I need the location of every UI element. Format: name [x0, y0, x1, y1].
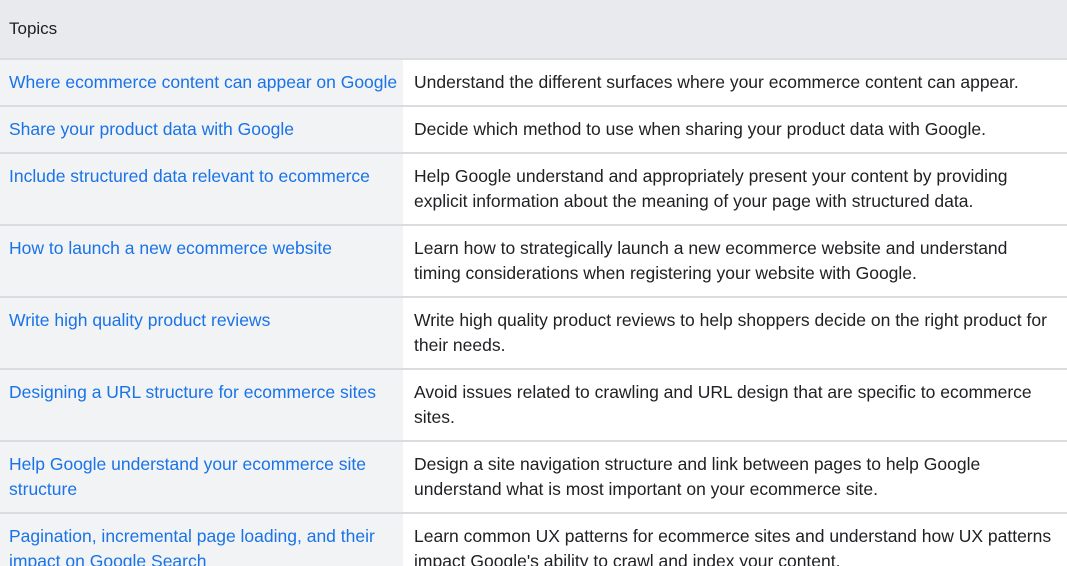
topic-cell: Write high quality product reviews	[0, 297, 403, 370]
description-cell: Avoid issues related to crawling and URL…	[403, 369, 1067, 442]
topic-cell: Help Google understand your ecommerce si…	[0, 441, 403, 514]
topic-cell: Share your product data with Google	[0, 106, 403, 154]
table-row: How to launch a new ecommerce website Le…	[0, 225, 1067, 298]
description-cell: Learn how to strategically launch a new …	[403, 225, 1067, 298]
table-row: Help Google understand your ecommerce si…	[0, 441, 1067, 514]
table-row: Designing a URL structure for ecommerce …	[0, 369, 1067, 442]
topics-table: Topics Where ecommerce content can appea…	[0, 0, 1067, 566]
topic-link[interactable]: Share your product data with Google	[9, 119, 294, 139]
table-row: Write high quality product reviews Write…	[0, 297, 1067, 370]
description-cell: Design a site navigation structure and l…	[403, 441, 1067, 514]
table-row: Include structured data relevant to ecom…	[0, 153, 1067, 226]
table-row: Where ecommerce content can appear on Go…	[0, 59, 1067, 107]
table-row: Pagination, incremental page loading, an…	[0, 513, 1067, 566]
topic-link[interactable]: Include structured data relevant to ecom…	[9, 166, 370, 186]
topic-link[interactable]: Help Google understand your ecommerce si…	[9, 454, 366, 499]
topic-cell: Pagination, incremental page loading, an…	[0, 513, 403, 566]
table-header-row: Topics	[0, 0, 1067, 60]
description-cell: Learn common UX patterns for ecommerce s…	[403, 513, 1067, 566]
table-row: Share your product data with Google Deci…	[0, 106, 1067, 154]
topic-link[interactable]: Write high quality product reviews	[9, 310, 270, 330]
description-cell: Understand the different surfaces where …	[403, 59, 1067, 107]
description-cell: Decide which method to use when sharing …	[403, 106, 1067, 154]
topic-link[interactable]: Designing a URL structure for ecommerce …	[9, 382, 376, 402]
topic-link[interactable]: How to launch a new ecommerce website	[9, 238, 332, 258]
topic-link[interactable]: Pagination, incremental page loading, an…	[9, 526, 375, 566]
description-cell: Write high quality product reviews to he…	[403, 297, 1067, 370]
description-cell: Help Google understand and appropriately…	[403, 153, 1067, 226]
topics-header: Topics	[0, 0, 1067, 60]
topic-cell: How to launch a new ecommerce website	[0, 225, 403, 298]
topic-link[interactable]: Where ecommerce content can appear on Go…	[9, 72, 397, 92]
topic-cell: Designing a URL structure for ecommerce …	[0, 369, 403, 442]
topic-cell: Include structured data relevant to ecom…	[0, 153, 403, 226]
topic-cell: Where ecommerce content can appear on Go…	[0, 59, 403, 107]
